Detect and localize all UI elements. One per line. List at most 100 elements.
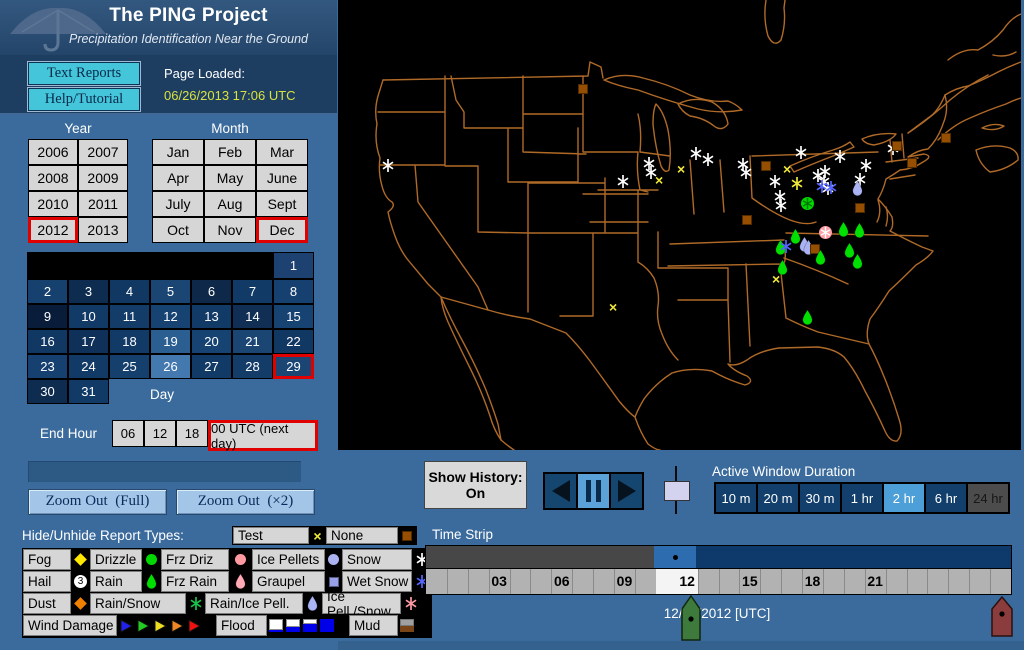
- zoom-out-x2-button[interactable]: Zoom Out (×2): [176, 489, 315, 515]
- calendar-day-15[interactable]: 15: [273, 304, 314, 329]
- calendar-day-21[interactable]: 21: [232, 329, 273, 354]
- end-hour-option[interactable]: 00 UTC (next day): [208, 420, 318, 451]
- report-marker-drop[interactable]: [852, 253, 863, 274]
- calendar-day-7[interactable]: 7: [232, 279, 273, 304]
- calendar-day-1[interactable]: 1: [273, 252, 314, 279]
- calendar-day-26[interactable]: 26: [150, 354, 191, 379]
- legend-x-icon[interactable]: ×: [310, 527, 325, 544]
- report-marker-asterisk[interactable]: [740, 166, 752, 184]
- speed-slider-handle[interactable]: [664, 481, 690, 501]
- calendar-day-3[interactable]: 3: [68, 279, 109, 304]
- duration-option-6hr[interactable]: 6 hr: [925, 483, 967, 513]
- report-marker-square[interactable]: [907, 155, 917, 173]
- legend-label-dust[interactable]: Dust: [23, 593, 71, 614]
- legend-square-icon[interactable]: [399, 527, 415, 544]
- month-button-Mar[interactable]: Mar: [256, 139, 308, 165]
- report-marker-asterisk[interactable]: [791, 177, 803, 195]
- year-button-2012[interactable]: 2012: [28, 217, 78, 243]
- legend-label-test[interactable]: Test: [233, 527, 309, 544]
- help-tutorial-button[interactable]: Help/Tutorial: [28, 88, 140, 111]
- duration-option-20m[interactable]: 20 m: [757, 483, 799, 513]
- legend-label-graupel[interactable]: Graupel: [252, 571, 325, 592]
- report-marker-x[interactable]: ×: [677, 161, 685, 179]
- calendar-day-4[interactable]: 4: [109, 279, 150, 304]
- month-button-Feb[interactable]: Feb: [204, 139, 256, 165]
- legend-tri-icon[interactable]: [118, 615, 134, 636]
- legend-flood-icon[interactable]: [285, 615, 301, 636]
- legend-label-flood[interactable]: Flood: [216, 615, 267, 636]
- report-marker-asterisk[interactable]: [645, 166, 657, 184]
- calendar-day-8[interactable]: 8: [273, 279, 314, 304]
- calendar-day-19[interactable]: 19: [150, 329, 191, 354]
- calendar-day-16[interactable]: 16: [27, 329, 68, 354]
- legend-label-none[interactable]: None: [326, 527, 398, 544]
- step-back-button[interactable]: [545, 474, 576, 508]
- month-button-Sept[interactable]: Sept: [256, 191, 308, 217]
- report-marker-drop[interactable]: [838, 221, 849, 242]
- report-marker-asterisk[interactable]: [834, 150, 846, 168]
- legend-label-rain-ice-pell-[interactable]: Rain/Ice Pell.: [205, 593, 303, 614]
- legend-label-frz-rain[interactable]: Frz Rain: [161, 571, 229, 592]
- year-button-2011[interactable]: 2011: [78, 191, 128, 217]
- pause-button[interactable]: [578, 474, 609, 508]
- report-marker-square[interactable]: [892, 138, 902, 156]
- calendar-day-2[interactable]: 2: [27, 279, 68, 304]
- legend-tri-icon[interactable]: [152, 615, 168, 636]
- end-time-marker[interactable]: [990, 596, 1014, 638]
- month-button-Oct[interactable]: Oct: [152, 217, 204, 243]
- month-button-Aug[interactable]: Aug: [204, 191, 256, 217]
- report-marker-asterisk[interactable]: [795, 146, 807, 164]
- legend-asterisk-icon[interactable]: [187, 593, 204, 614]
- step-forward-button[interactable]: [611, 474, 642, 508]
- end-hour-option[interactable]: 18: [176, 420, 208, 447]
- report-marker-circleAst[interactable]: [801, 197, 814, 215]
- legend-flood-icon[interactable]: [268, 615, 284, 636]
- month-button-Jan[interactable]: Jan: [152, 139, 204, 165]
- report-marker-drop[interactable]: [802, 309, 813, 330]
- legend-label-hail[interactable]: Hail: [23, 571, 71, 592]
- report-marker-x[interactable]: ×: [783, 161, 791, 179]
- calendar-day-31[interactable]: 31: [68, 379, 109, 404]
- calendar-day-30[interactable]: 30: [27, 379, 68, 404]
- legend-flood-icon[interactable]: [319, 615, 335, 636]
- calendar-day-9[interactable]: 9: [27, 304, 68, 329]
- calendar-day-24[interactable]: 24: [68, 354, 109, 379]
- calendar-day-28[interactable]: 28: [232, 354, 273, 379]
- show-history-button[interactable]: Show History: On: [424, 461, 527, 509]
- legend-circle-icon[interactable]: [230, 549, 251, 570]
- year-button-2013[interactable]: 2013: [78, 217, 128, 243]
- legend-label-ice-pell-snow[interactable]: Ice Pell./Snow: [322, 589, 401, 619]
- legend-drop-icon[interactable]: [304, 593, 321, 614]
- time-strip-hours-bar[interactable]: 03 06 09 12 15 18 21: [425, 568, 1012, 595]
- calendar-day-17[interactable]: 17: [68, 329, 109, 354]
- calendar-day-11[interactable]: 11: [109, 304, 150, 329]
- legend-label-fog[interactable]: Fog: [23, 549, 71, 570]
- report-marker-square[interactable]: [855, 200, 865, 218]
- calendar-day-12[interactable]: 12: [150, 304, 191, 329]
- zoom-out-full-button[interactable]: Zoom Out (Full): [28, 489, 167, 515]
- calendar-day-14[interactable]: 14: [232, 304, 273, 329]
- legend-label-ice-pellets[interactable]: Ice Pellets: [252, 549, 325, 570]
- legend-tri-icon[interactable]: [135, 615, 151, 636]
- calendar-day-27[interactable]: 27: [191, 354, 232, 379]
- legend-diamond-icon[interactable]: [72, 593, 89, 614]
- report-marker-circleAst[interactable]: [819, 226, 832, 244]
- legend-label-frz-driz[interactable]: Frz Driz: [161, 549, 229, 570]
- calendar-day-23[interactable]: 23: [27, 354, 68, 379]
- month-button-Nov[interactable]: Nov: [204, 217, 256, 243]
- duration-option-30m[interactable]: 30 m: [799, 483, 841, 513]
- month-button-May[interactable]: May: [204, 165, 256, 191]
- calendar-day-29[interactable]: 29: [273, 354, 314, 379]
- legend-tri-icon[interactable]: [186, 615, 202, 636]
- us-map[interactable]: × × × × ×: [338, 0, 1021, 450]
- month-button-Apr[interactable]: Apr: [152, 165, 204, 191]
- text-reports-button[interactable]: Text Reports: [28, 62, 140, 85]
- year-button-2007[interactable]: 2007: [78, 139, 128, 165]
- legend-circle-icon[interactable]: [326, 549, 341, 570]
- legend-label-snow[interactable]: Snow: [342, 549, 412, 570]
- legend-tri-icon[interactable]: [169, 615, 185, 636]
- report-marker-asterisk[interactable]: [382, 159, 394, 177]
- year-button-2006[interactable]: 2006: [28, 139, 78, 165]
- calendar-day-6[interactable]: 6: [191, 279, 232, 304]
- report-marker-asterisk[interactable]: [617, 175, 629, 193]
